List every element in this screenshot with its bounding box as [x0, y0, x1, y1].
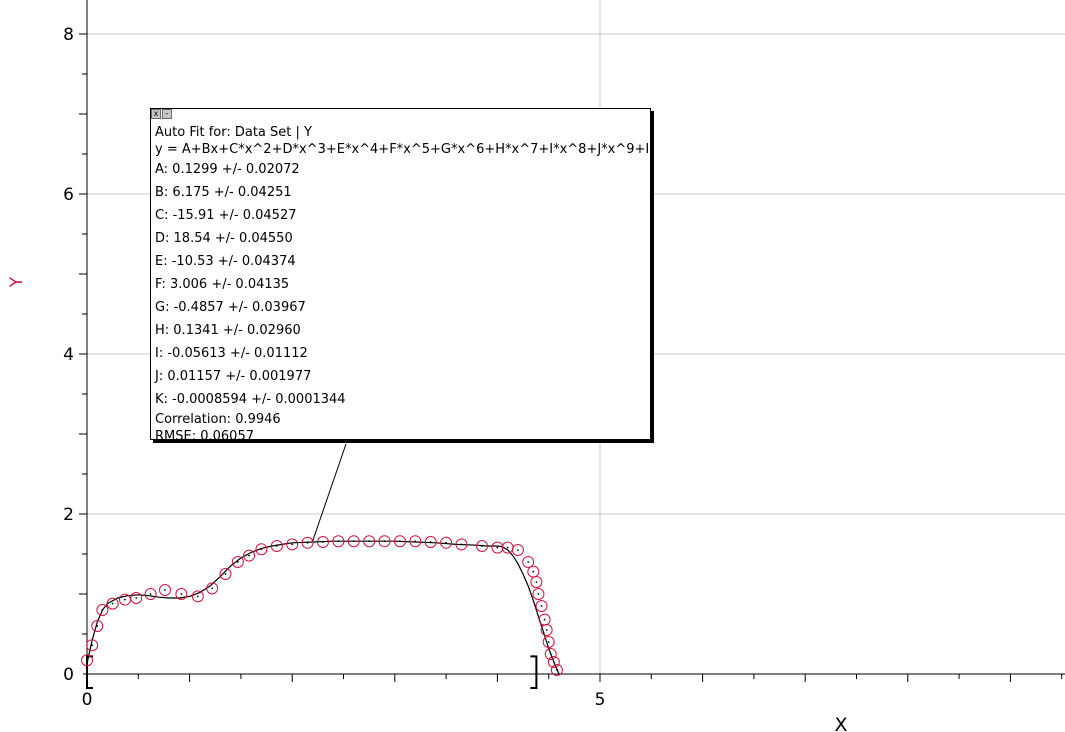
data-point-dot [111, 602, 114, 605]
fit-correlation: Correlation: 0.9946 [155, 412, 281, 427]
data-point-dot [248, 554, 251, 557]
y-tick-label: 2 [63, 505, 74, 525]
fit-title: Auto Fit for: Data Set | Y [155, 125, 312, 140]
data-point-dot [383, 540, 386, 543]
fit-param-f: F: 3.006 +/- 0.04135 [155, 277, 290, 292]
data-point [106, 597, 119, 610]
data-point-dot [545, 629, 548, 631]
data-point-dot [535, 581, 538, 583]
data-point [286, 538, 299, 551]
data-points [81, 535, 563, 676]
data-point [130, 592, 143, 604]
fit-param-b: B: 6.175 +/- 0.04251 [155, 185, 292, 200]
y-tick-label: 6 [63, 185, 74, 205]
x-axis-title: X [834, 714, 847, 732]
data-point-dot [91, 644, 94, 647]
x-tick-label: 0 [82, 690, 93, 710]
data-point-dot [460, 543, 463, 546]
data-point-dot [306, 541, 309, 544]
data-point-dot [532, 570, 535, 573]
data-point-dot [496, 546, 499, 549]
data-point-dot [124, 598, 126, 601]
data-point [144, 588, 157, 600]
fit-param-k: K: -0.0008594 +/- 0.0001344 [155, 392, 346, 407]
fit-param-i: I: -0.05613 +/- 0.01112 [155, 346, 308, 361]
fit-equation: y = A+Bx+C*x^2+D*x^3+E*x^4+F*x^5+G*x^6+H… [155, 142, 648, 157]
data-point-dot [101, 609, 104, 611]
data-point-dot [547, 641, 550, 643]
data-point-dot [291, 543, 294, 546]
data-point-dot [517, 549, 519, 551]
fit-param-e: E: -10.53 +/- 0.04374 [155, 254, 296, 269]
data-point [409, 535, 422, 548]
data-point [532, 588, 545, 600]
data-point [530, 576, 543, 588]
fit-param-c: C: -15.91 +/- 0.04527 [155, 208, 297, 223]
data-point-dot [337, 540, 340, 543]
data-point-dot [96, 625, 99, 627]
fit-param-j: J: 0.01157 +/- 0.001977 [155, 369, 312, 384]
fit-param-g: G: -0.4857 +/- 0.03967 [155, 300, 306, 315]
minimize-icon[interactable]: - [162, 109, 172, 119]
y-tick-label: 8 [63, 25, 74, 45]
y-tick-label: 0 [63, 665, 74, 685]
data-point [538, 613, 551, 626]
data-point [219, 568, 232, 580]
auto-fit-panel[interactable]: x - Auto Fit for: Data Set | Y y = A+Bx+… [150, 108, 651, 444]
close-icon[interactable]: x [151, 109, 161, 119]
data-point-dot [164, 589, 166, 591]
data-point-dot [399, 540, 401, 543]
data-point [491, 541, 504, 554]
data-point-dot [481, 545, 483, 547]
data-point [191, 590, 204, 603]
data-point [158, 584, 171, 596]
fit-curve [86, 540, 560, 675]
data-point-dot [368, 540, 371, 543]
fit-param-d: D: 18.54 +/- 0.04550 [155, 231, 293, 246]
data-point-dot [211, 587, 214, 590]
range-bracket-right [530, 655, 538, 689]
data-point [231, 556, 244, 568]
fit-rmse: RMSE: 0.06057 [155, 429, 254, 444]
data-point-dot [556, 669, 558, 671]
x-tick-label: 5 [595, 690, 606, 710]
data-point-dot [149, 593, 152, 595]
y-axis-title: Y [7, 276, 27, 288]
data-point-dot [414, 540, 417, 543]
data-point [511, 544, 524, 556]
data-point [96, 604, 109, 616]
fit-param-a: A: 0.1299 +/- 0.02072 [155, 162, 300, 177]
data-point-dot [552, 661, 555, 663]
data-point-dot [543, 618, 546, 621]
data-point-dot [180, 593, 183, 595]
data-point [255, 543, 268, 556]
data-point-dot [224, 573, 227, 575]
fit-param-h: H: 0.1341 +/- 0.02960 [155, 323, 301, 338]
data-point-dot [275, 545, 278, 547]
data-point [542, 636, 555, 648]
data-point [535, 600, 548, 612]
data-point-dot [260, 548, 263, 551]
data-point-dot [236, 561, 239, 563]
data-point-dot [527, 561, 530, 563]
data-point-dot [86, 659, 88, 662]
data-point-dot [352, 540, 355, 543]
fit-panel-content: Auto Fit for: Data Set | Y y = A+Bx+C*x^… [155, 124, 648, 445]
fit-panel-buttons: x - [151, 109, 172, 120]
y-tick-label: 4 [63, 345, 74, 365]
data-point-dot [196, 595, 199, 598]
data-point-dot [322, 541, 324, 543]
data-point-dot [135, 597, 138, 599]
data-point [527, 565, 540, 578]
data-point-dot [429, 541, 432, 543]
data-point-dot [445, 541, 447, 544]
fit-range-brackets[interactable] [86, 655, 538, 689]
data-point-dot [540, 605, 543, 607]
data-point-dot [506, 546, 509, 549]
data-point-dot [537, 593, 540, 595]
fit-box-leader-line [312, 443, 347, 541]
data-point-dot [549, 653, 552, 655]
